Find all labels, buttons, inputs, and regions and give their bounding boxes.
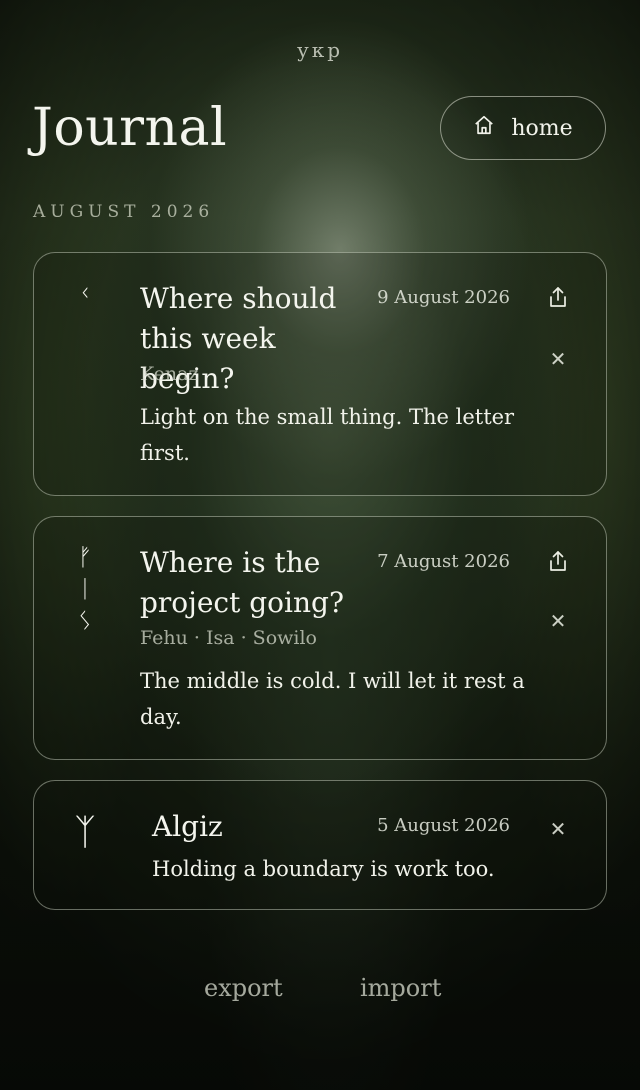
entry-question: Where is the project going? xyxy=(140,546,344,619)
rune-stack: ᚲ xyxy=(70,281,100,305)
journal-entry-card[interactable]: ᛉ Algiz 5 August 2026 Holding a boundary… xyxy=(33,780,607,910)
home-icon xyxy=(473,114,495,142)
share-icon[interactable] xyxy=(546,285,570,309)
import-button[interactable]: import xyxy=(360,974,441,1002)
rune-glyph: ᛁ xyxy=(77,575,93,603)
rune-stack: ᚠ ᛁ ᛊ xyxy=(70,545,100,633)
share-icon[interactable] xyxy=(546,549,570,573)
home-button[interactable]: home xyxy=(440,96,606,160)
rune-glyph: ᚠ xyxy=(77,543,93,571)
entry-rune-names: Kenaz xyxy=(140,363,199,385)
entry-text: The middle is cold. I will let it rest a… xyxy=(140,669,525,729)
rune-stack: ᛉ xyxy=(70,815,100,851)
rune-glyph: ᛉ xyxy=(74,812,96,853)
close-icon[interactable]: ✕ xyxy=(546,817,570,841)
entry-date: 7 August 2026 xyxy=(377,551,510,572)
home-button-label: home xyxy=(511,115,573,141)
export-button[interactable]: export xyxy=(204,974,283,1002)
entry-date: 9 August 2026 xyxy=(377,287,510,308)
journal-entry-card[interactable]: ᚲ Where should this week begin? 9 August… xyxy=(33,252,607,496)
entry-text: Holding a boundary is work too. xyxy=(152,857,495,881)
rune-glyph: ᛊ xyxy=(77,607,93,635)
close-icon[interactable]: ✕ xyxy=(546,609,570,633)
page-title: Journal xyxy=(32,98,228,158)
language-label[interactable]: укр xyxy=(0,38,640,62)
entry-rune-names: Fehu · Isa · Sowilo xyxy=(140,627,317,649)
entry-text: Light on the small thing. The letter fir… xyxy=(140,405,515,465)
close-icon[interactable]: ✕ xyxy=(546,347,570,371)
entry-date: 5 August 2026 xyxy=(377,815,510,836)
rune-glyph: ᚲ xyxy=(77,279,93,307)
month-label: AUGUST 2026 xyxy=(33,202,215,222)
entry-rune-title: Algiz xyxy=(152,810,223,843)
journal-entry-card[interactable]: ᚠ ᛁ ᛊ Where is the project going? 7 Augu… xyxy=(33,516,607,760)
